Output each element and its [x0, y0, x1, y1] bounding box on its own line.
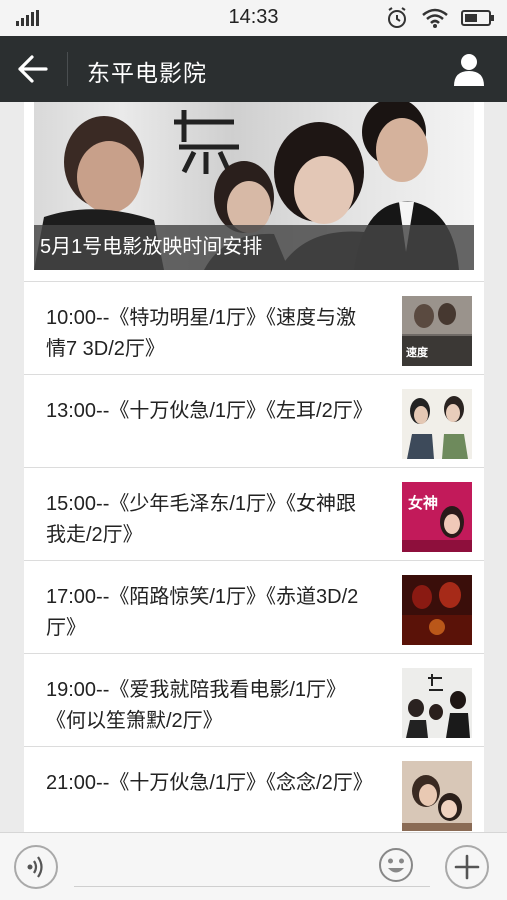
- svg-text:速度: 速度: [406, 345, 429, 359]
- header-divider: [67, 52, 68, 86]
- more-options-button[interactable]: [445, 845, 489, 889]
- emoji-icon[interactable]: [378, 847, 414, 883]
- banner-caption: 5月1号电影放映时间安排: [34, 225, 474, 270]
- wifi-icon: [422, 8, 448, 28]
- alarm-icon: [388, 7, 406, 28]
- article-card: 5月1号电影放映时间安排 10:00--《特功明星/1厅》《速度与激情7 3D/…: [24, 102, 484, 832]
- list-item[interactable]: 10:00--《特功明星/1厅》《速度与激情7 3D/2厅》 速度: [24, 281, 484, 374]
- equator-poster-thumbnail: [402, 575, 472, 645]
- list-item[interactable]: 15:00--《少年毛泽东/1厅》《女神跟我走/2厅》 女神: [24, 467, 484, 560]
- list-item[interactable]: 21:00--《十万伙急/1厅》《念念/2厅》: [24, 746, 484, 832]
- schedule-text: 21:00--《十万伙急/1厅》《念念/2厅》: [46, 772, 373, 794]
- list-item[interactable]: 13:00--《十万伙急/1厅》《左耳/2厅》: [24, 374, 484, 467]
- list-item[interactable]: 19:00--《爱我就陪我看电影/1厅》《何以笙箫默/2厅》: [24, 653, 484, 746]
- goddess-poster-thumbnail: 女神: [402, 482, 472, 552]
- voice-wave-icon: [27, 856, 43, 878]
- schedule-text: 19:00--《爱我就陪我看电影/1厅》《何以笙箫默/2厅》: [46, 679, 347, 732]
- message-input[interactable]: [74, 847, 430, 887]
- battery-icon: [461, 10, 494, 26]
- schedule-text: 15:00--《少年毛泽东/1厅》《女神跟我走/2厅》: [46, 493, 357, 546]
- page-title: 东平电影院: [87, 60, 207, 86]
- nian-nian-poster-thumbnail: [402, 761, 472, 831]
- back-arrow-icon[interactable]: [16, 53, 50, 85]
- svg-text:女神: 女神: [408, 494, 438, 512]
- plus-icon: [454, 854, 480, 880]
- schedule-text: 13:00--《十万伙急/1厅》《左耳/2厅》: [46, 400, 373, 422]
- user-profile-icon[interactable]: [453, 52, 485, 86]
- he-yi-sheng-xiao-mo-poster-thumbnail: [402, 668, 472, 738]
- voice-input-button[interactable]: [14, 845, 58, 889]
- schedule-text: 10:00--《特功明星/1厅》《速度与激情7 3D/2厅》: [46, 307, 357, 360]
- banner-image[interactable]: 5月1号电影放映时间安排: [34, 102, 474, 270]
- status-bar: 14:33: [0, 0, 507, 36]
- title-bar: 东平电影院: [0, 36, 507, 102]
- message-input-bar: [0, 832, 507, 900]
- list-item[interactable]: 17:00--《陌路惊笑/1厅》《赤道3D/2厅》: [24, 560, 484, 653]
- left-ear-poster-thumbnail: [402, 389, 472, 459]
- schedule-text: 17:00--《陌路惊笑/1厅》《赤道3D/2厅》: [46, 586, 359, 639]
- schedule-list: 10:00--《特功明星/1厅》《速度与激情7 3D/2厅》 速度 13:00-…: [24, 281, 484, 832]
- fast-furious-poster-thumbnail: 速度: [402, 296, 472, 366]
